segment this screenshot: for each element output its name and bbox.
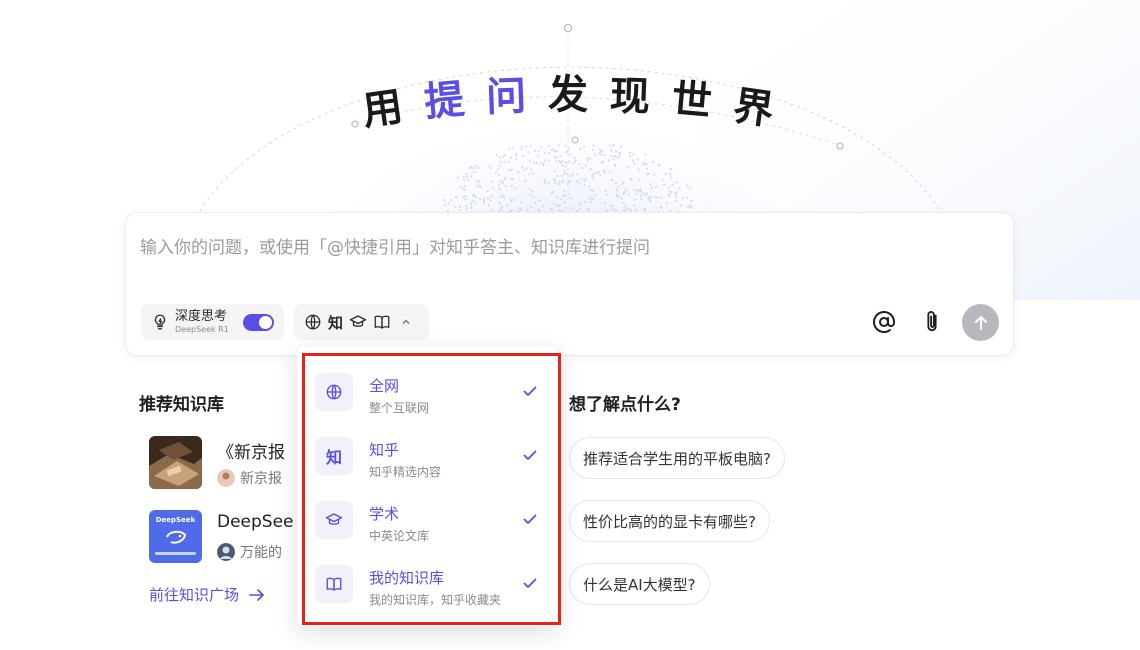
kb-owner: 万能的 bbox=[217, 542, 282, 562]
hero-char: 用 bbox=[359, 83, 410, 135]
hero-char: 世 bbox=[669, 76, 718, 126]
hero-char: 发 bbox=[548, 72, 592, 118]
hero-char: 现 bbox=[609, 73, 655, 121]
kb-owner-name: 新京报 bbox=[240, 471, 282, 487]
kb-owner-name: 万能的 bbox=[240, 545, 282, 561]
hero-char: 界 bbox=[730, 83, 781, 135]
arrow-right-icon bbox=[249, 588, 264, 601]
zhihu-source-label: 知 bbox=[328, 313, 344, 332]
book-icon bbox=[374, 315, 390, 329]
question-input[interactable]: 输入你的问题，或使用「@快捷引用」对知乎答主、知识库进行提问 bbox=[140, 233, 650, 258]
kb-square-link-label: 前往知识广场 bbox=[149, 586, 240, 604]
at-icon bbox=[873, 311, 895, 333]
suggested-question-chip[interactable]: 什么是AI大模型? bbox=[569, 563, 710, 605]
kb-thumbnail bbox=[149, 436, 202, 489]
recommended-kb-title: 推荐知识库 bbox=[139, 395, 224, 415]
lightbulb-icon bbox=[154, 314, 166, 330]
suggested-question-chip[interactable]: 性价比高的的显卡有哪些? bbox=[569, 500, 770, 542]
paperclip-icon bbox=[927, 311, 937, 332]
switch-knob bbox=[259, 316, 272, 329]
question-input-card[interactable]: 输入你的问题，或使用「@快捷引用」对知乎答主、知识库进行提问 深度思考 Deep… bbox=[125, 212, 1014, 356]
hero-title: 用 提 问 发 现 世 界 bbox=[0, 62, 1140, 135]
kb-item[interactable]: 《新京报 新京报 bbox=[149, 436, 309, 490]
attach-button[interactable] bbox=[918, 305, 946, 339]
kb-title: 《新京报 bbox=[217, 443, 285, 463]
newspaper-thumbnail-image bbox=[149, 436, 202, 489]
kb-thumbnail-text: DeepSeek bbox=[155, 516, 196, 524]
source-picker-button[interactable]: 知 bbox=[294, 304, 429, 340]
kb-owner: 新京报 bbox=[217, 468, 282, 488]
avatar bbox=[217, 543, 235, 561]
avatar bbox=[217, 469, 235, 487]
deep-think-toggle-group[interactable]: 深度思考 DeepSeek R1 bbox=[141, 304, 284, 340]
deep-think-switch[interactable] bbox=[243, 314, 274, 331]
globe-icon bbox=[305, 314, 321, 330]
kb-item[interactable]: DeepSeek DeepSee 万能的 bbox=[149, 510, 309, 564]
kb-square-link[interactable]: 前往知识广场 bbox=[149, 584, 265, 605]
hero-char-highlight: 提 bbox=[422, 76, 471, 126]
whale-icon bbox=[166, 530, 187, 544]
deep-think-model: DeepSeek R1 bbox=[175, 325, 229, 334]
thumbnail-bar bbox=[155, 552, 196, 555]
chevron-up-icon bbox=[402, 319, 410, 324]
suggested-question-chip[interactable]: 推荐适合学生用的平板电脑? bbox=[569, 437, 785, 479]
graduation-cap-icon bbox=[349, 315, 367, 327]
deep-think-label: 深度思考 bbox=[175, 309, 228, 324]
suggested-questions-title: 想了解点什么? bbox=[569, 395, 681, 415]
highlight-annotation-frame bbox=[302, 353, 561, 625]
kb-title: DeepSee bbox=[217, 512, 294, 532]
hero-char-highlight: 问 bbox=[485, 73, 531, 121]
send-button[interactable] bbox=[962, 304, 999, 341]
at-mention-button[interactable] bbox=[870, 305, 898, 339]
arrow-up-icon bbox=[974, 315, 987, 330]
kb-thumbnail: DeepSeek bbox=[149, 510, 202, 563]
